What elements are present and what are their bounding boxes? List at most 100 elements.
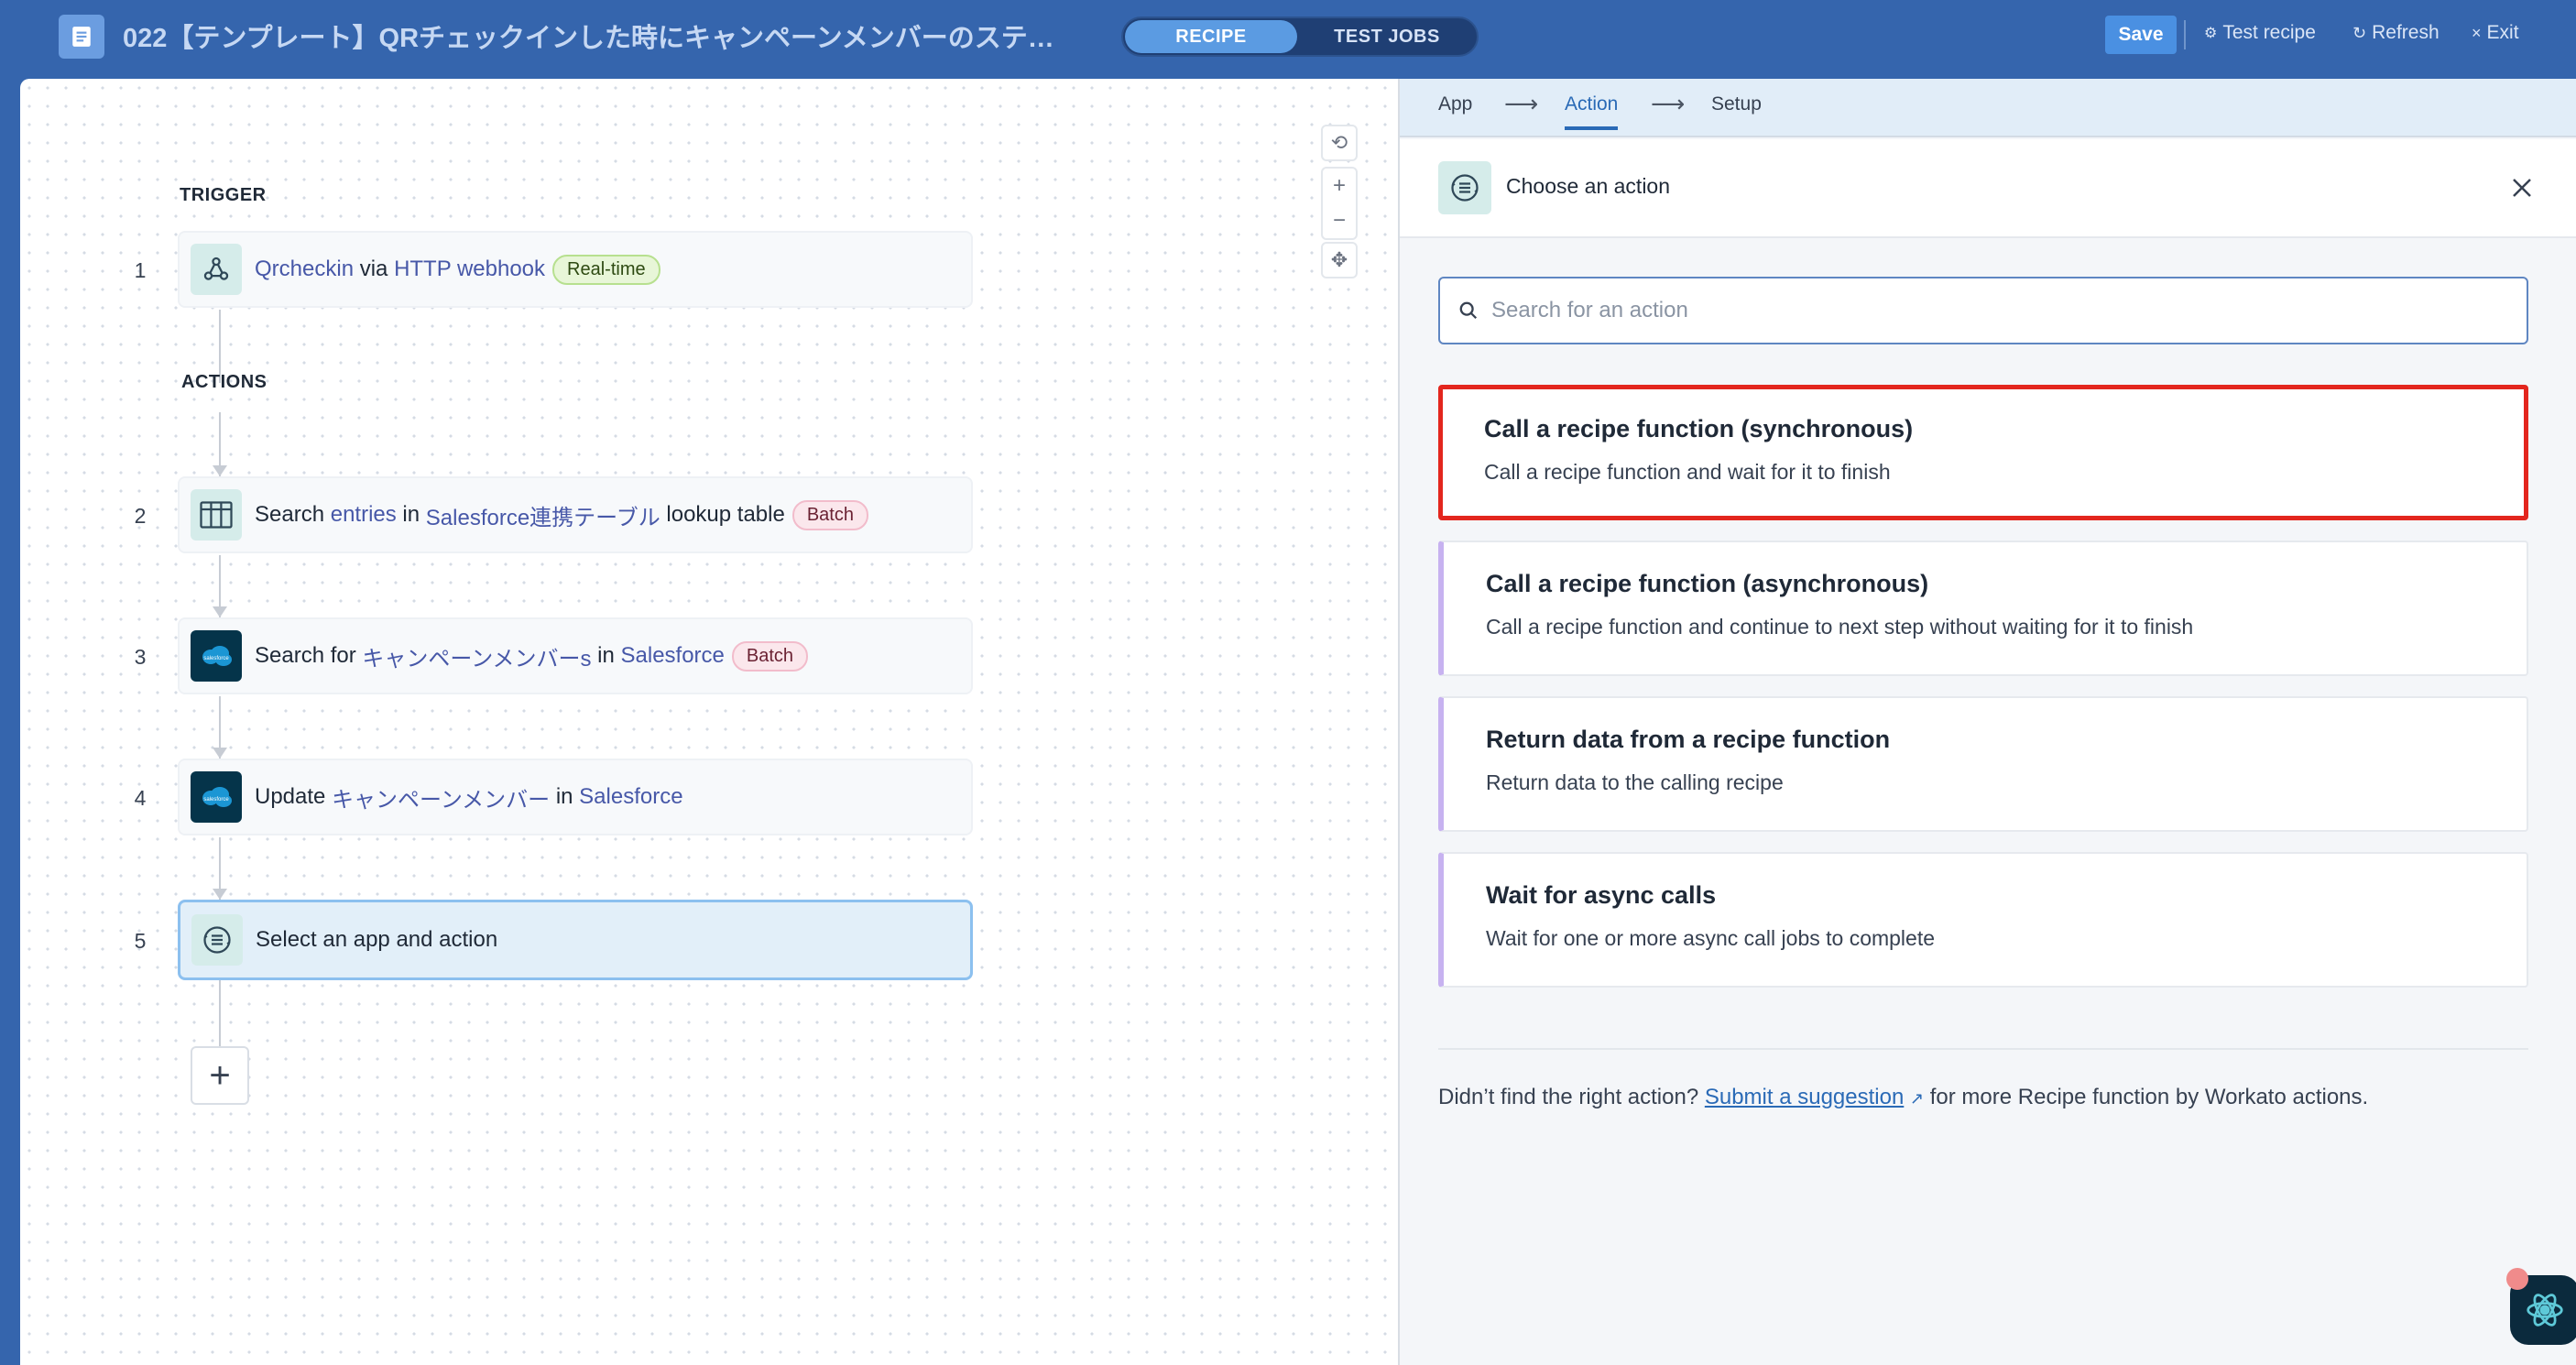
realtime-badge: Real-time [552,254,660,285]
external-link-icon: ↗ [1909,1089,1925,1108]
step-text: Update [255,784,333,809]
trigger-section-label: TRIGGER [180,185,267,205]
gear-icon: ⚙ [2204,26,2218,41]
panel-header: Choose an action [1400,139,2576,238]
close-panel-button[interactable] [2499,165,2545,211]
svg-text:salesforce: salesforce [203,797,229,803]
flow-arrow [213,889,227,900]
option-description: Call a recipe function and wait for it t… [1484,460,1891,484]
svg-text:salesforce: salesforce [203,656,229,661]
close-icon: × [2472,23,2482,42]
actions-section-label: ACTIONS [181,372,267,392]
step-lookup-card[interactable]: Search entries in Salesforce連携テーブル looku… [178,476,973,553]
step-trigger-card[interactable]: Qrcheckin via HTTP webhook Real-time [178,231,973,308]
refresh-label: Refresh [2372,22,2440,43]
recipe-function-icon [1438,161,1491,214]
step-number: 1 [134,258,147,282]
webhook-icon [191,244,242,295]
batch-badge: Batch [791,499,868,530]
option-title: Call a recipe function (synchronous) [1484,415,1914,442]
action-option-wait[interactable]: Wait for async calls Wait for one or mor… [1438,852,2528,988]
action-option-async[interactable]: Call a recipe function (asynchronous) Ca… [1438,541,2528,676]
step-update-card[interactable]: salesforce Update キャンペーンメンバー in Salesfor… [178,759,973,835]
arrow-right-icon: ⟶ [1651,90,1686,117]
step-text: in [396,502,426,527]
refresh-button[interactable]: ↻ Refresh [2352,22,2440,44]
option-title: Call a recipe function (asynchronous) [1486,570,1929,597]
action-search-input[interactable] [1491,298,2499,323]
fit-view-button[interactable]: ✥ [1321,242,1358,278]
option-description: Call a recipe function and continue to n… [1486,615,2194,639]
flow-arrow [213,748,227,759]
step-table-link[interactable]: Salesforce連携テーブル [426,499,660,531]
salesforce-icon: salesforce [191,771,242,823]
crumb-setup[interactable]: Setup [1711,93,1762,115]
search-icon [1459,301,1478,320]
table-icon [191,489,242,541]
crumb-action[interactable]: Action [1565,93,1619,130]
tab-test-jobs[interactable]: TEST JOBS [1299,20,1475,53]
option-title: Wait for async calls [1486,881,1717,909]
close-icon [2513,179,2531,197]
footer-suffix: for more Recipe function by Workato acti… [1929,1085,2369,1109]
step-number: 4 [134,786,147,810]
add-step-button[interactable]: + [191,1046,249,1105]
step-connector-link[interactable]: HTTP webhook [394,257,545,282]
crumb-app[interactable]: App [1438,93,1472,115]
zoom-out-button[interactable]: − [1323,203,1356,238]
refresh-icon: ↻ [2352,23,2367,42]
step-object-link[interactable]: キャンペーンメンバーs [362,640,591,672]
action-search-box [1438,277,2528,344]
action-option-sync[interactable]: Call a recipe function (synchronous) Cal… [1438,385,2528,520]
zoom-controls: + − [1321,167,1358,240]
wizard-breadcrumb: App ⟶ Action ⟶ Setup [1400,79,2576,137]
salesforce-icon: salesforce [191,630,242,682]
step-text: via [354,257,395,281]
notification-dot [2506,1268,2528,1290]
tab-recipe[interactable]: RECIPE [1125,20,1297,53]
test-recipe-button[interactable]: ⚙ Test recipe [2204,22,2316,44]
step-number: 2 [134,504,147,528]
submit-suggestion-link[interactable]: Submit a suggestion [1705,1085,1904,1109]
step-app-link[interactable]: Salesforce [579,784,682,810]
flow-arrow [213,606,227,617]
step-text: in [550,784,580,809]
step-app-link[interactable]: Qrcheckin [255,257,354,282]
recipe-doc-icon[interactable] [59,15,104,59]
recipe-function-icon [191,914,243,966]
recipe-canvas[interactable]: ⟲ + − ✥ TRIGGER 1 Qrcheckin via HTTP web… [20,79,1398,1365]
zoom-in-button[interactable]: + [1323,169,1356,203]
suggestion-note: Didn’t find the right action? Submit a s… [1438,1085,2368,1110]
assistant-icon [2527,1294,2563,1327]
mode-toggle: RECIPE TEST JOBS [1121,16,1479,57]
step-select-app-card[interactable]: Select an app and action [178,900,973,980]
step-app-link[interactable]: Salesforce [621,643,725,669]
section-divider [1438,1048,2528,1050]
toolbar-divider [2184,20,2186,49]
step-number: 5 [134,929,147,953]
step-text: Search for [255,643,363,668]
action-option-return[interactable]: Return data from a recipe function Retur… [1438,696,2528,832]
batch-badge: Batch [731,640,809,672]
step-number: 3 [134,645,147,669]
option-description: Return data to the calling recipe [1486,770,1784,794]
reset-zoom-button[interactable]: ⟲ [1321,125,1358,161]
step-label: Select an app and action [256,927,498,952]
test-recipe-label: Test recipe [2222,22,2316,43]
recipe-title[interactable]: 022【テンプレート】QRチェックインした時にキャンペーンメンバーのステー... [123,16,1075,55]
footer-prefix: Didn’t find the right action? [1438,1085,1699,1109]
flow-connector [219,980,221,1046]
exit-button[interactable]: × Exit [2472,22,2519,44]
action-panel: App ⟶ Action ⟶ Setup Choose an action Ca… [1398,79,2576,1365]
top-bar: 022【テンプレート】QRチェックインした時にキャンペーンメンバーのステー...… [0,0,2576,71]
step-text: in [591,643,621,668]
step-object-link[interactable]: entries [331,502,397,528]
step-text: Search [255,502,331,527]
step-text: lookup table [660,502,785,527]
step-object-link[interactable]: キャンペーンメンバー [332,781,550,814]
step-search-card[interactable]: salesforce Search for キャンペーンメンバーs in Sal… [178,617,973,694]
flow-arrow [213,465,227,476]
exit-label: Exit [2486,22,2519,43]
option-description: Wait for one or more async call jobs to … [1486,926,1936,950]
save-button[interactable]: Save [2105,16,2177,54]
